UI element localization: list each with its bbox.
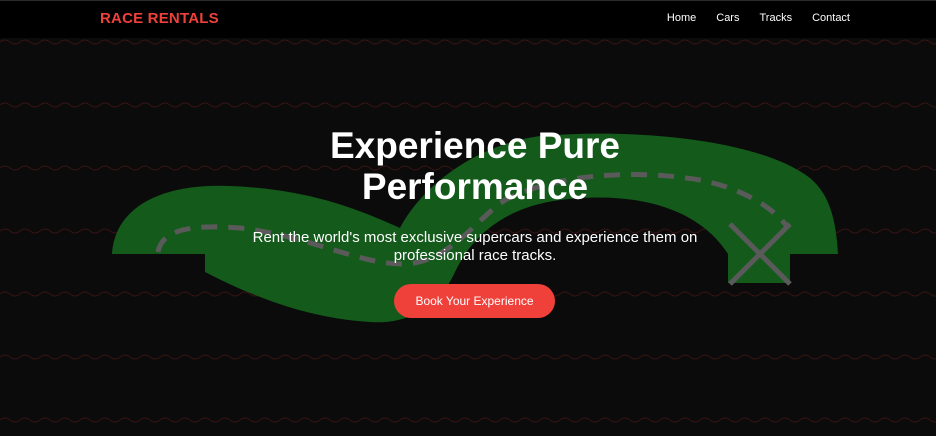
- page: RACE RENTALS Home Cars Tracks Contact Ex…: [0, 0, 936, 436]
- nav-link-cars[interactable]: Cars: [716, 12, 739, 24]
- book-experience-button[interactable]: Book Your Experience: [394, 284, 555, 318]
- hero-title: Experience Pure Performance: [330, 125, 620, 207]
- nav-link-home[interactable]: Home: [667, 12, 696, 24]
- hero-section: Experience Pure Performance Rent the wor…: [0, 125, 936, 318]
- nav-link-contact[interactable]: Contact: [812, 12, 850, 24]
- nav-links: Home Cars Tracks Contact: [647, 12, 850, 24]
- brand-logo[interactable]: RACE RENTALS: [100, 10, 219, 27]
- hero-subtitle: Rent the world's most exclusive supercar…: [252, 229, 698, 264]
- navbar: RACE RENTALS Home Cars Tracks Contact: [0, 0, 936, 38]
- nav-link-tracks[interactable]: Tracks: [759, 12, 792, 24]
